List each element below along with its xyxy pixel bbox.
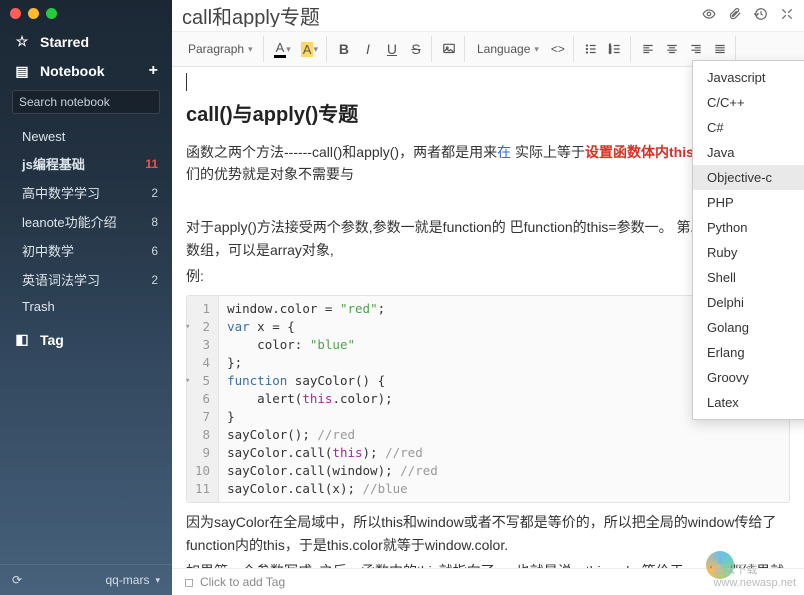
align-center-button[interactable]: [661, 38, 683, 60]
svg-text:3: 3: [609, 51, 611, 55]
language-menu-item[interactable]: C#: [693, 115, 804, 140]
sidebar-item-notebook[interactable]: js编程基础 11: [0, 149, 172, 178]
sidebar-item-notebook[interactable]: Newest: [0, 124, 172, 149]
notebook-name: 高中数学学习: [22, 183, 100, 202]
sidebar-starred[interactable]: ☆ Starred: [0, 27, 172, 56]
italic-button[interactable]: I: [357, 38, 379, 60]
sidebar-tag[interactable]: ◧ Tag: [0, 325, 172, 354]
paragraph-3: 因为sayColor在全局域中，所以this和window或者不写都是等价的，所…: [186, 511, 790, 556]
underline-button[interactable]: U: [381, 38, 403, 60]
language-menu-item[interactable]: Javascript: [693, 65, 804, 90]
notebook-name: Newest: [22, 129, 65, 144]
tagbar-label: Click to add Tag: [200, 575, 285, 589]
minimize-window-icon[interactable]: [28, 8, 39, 19]
strike-button[interactable]: S: [405, 38, 427, 60]
language-menu-item[interactable]: Erlang: [693, 340, 804, 365]
fullscreen-icon[interactable]: [780, 7, 794, 25]
window-controls: [0, 0, 172, 27]
notebook-name: 英语词法学习: [22, 270, 100, 289]
language-menu-item[interactable]: Java: [693, 140, 804, 165]
user-label[interactable]: qq-mars: [105, 573, 149, 587]
sidebar-item-notebook[interactable]: 高中数学学习 2: [0, 178, 172, 207]
notebook-name: 初中数学: [22, 241, 74, 260]
language-menu-item[interactable]: C/C++: [693, 90, 804, 115]
maximize-window-icon[interactable]: [46, 8, 57, 19]
bookmark-icon: ◧: [14, 331, 30, 348]
language-menu-item[interactable]: Groovy: [693, 365, 804, 390]
bullet-list-button[interactable]: [580, 38, 602, 60]
starred-label: Starred: [40, 34, 89, 50]
image-button[interactable]: [438, 38, 460, 60]
language-menu: JavascriptC/C++C#JavaObjective-cPHPPytho…: [692, 60, 804, 420]
align-left-button[interactable]: [637, 38, 659, 60]
align-right-button[interactable]: [685, 38, 707, 60]
notebook-name: js编程基础: [22, 154, 85, 173]
watermark-logo: [706, 551, 734, 579]
close-window-icon[interactable]: [10, 8, 21, 19]
sidebar-item-notebook[interactable]: 英语词法学习 2: [0, 265, 172, 294]
chevron-down-icon: ▾: [155, 575, 160, 586]
sidebar-item-notebook[interactable]: 初中数学 6: [0, 236, 172, 265]
notebook-count: 2: [151, 186, 158, 200]
language-menu-item[interactable]: Python: [693, 215, 804, 240]
attachment-icon[interactable]: [728, 7, 742, 25]
notebook-name: leanote功能介绍: [22, 212, 117, 231]
sidebar-item-notebook[interactable]: leanote功能介绍 8: [0, 207, 172, 236]
align-justify-button[interactable]: [709, 38, 731, 60]
bold-button[interactable]: B: [333, 38, 355, 60]
number-list-button[interactable]: 123: [604, 38, 626, 60]
bookmark-icon: ◻: [184, 575, 194, 589]
language-menu-item[interactable]: Ruby: [693, 240, 804, 265]
notebook-count: 6: [151, 244, 158, 258]
language-menu-item[interactable]: Delphi: [693, 290, 804, 315]
preview-icon[interactable]: [702, 7, 716, 25]
highlight-button[interactable]: A▾: [297, 38, 322, 60]
search-input[interactable]: [12, 90, 160, 114]
editor-toolbar: Paragraph▾ A▾ A▾ B I U S Language▾ <> 12: [172, 32, 804, 67]
notebook-name: Trash: [22, 299, 55, 314]
code-button[interactable]: <>: [547, 38, 569, 60]
note-title-input[interactable]: [182, 4, 702, 27]
language-menu-item[interactable]: Golang: [693, 315, 804, 340]
add-notebook-icon[interactable]: +: [149, 62, 158, 80]
sidebar-item-notebook[interactable]: Trash: [0, 294, 172, 319]
notebook-count: 8: [151, 215, 158, 229]
paragraph-4: 如果第一个参数写成x之后，函数内的this就指向了x，也就是说，this.col…: [186, 560, 790, 568]
notebook-icon: ▤: [14, 63, 30, 80]
paragraph-select[interactable]: Paragraph▾: [182, 38, 259, 60]
tag-label: Tag: [40, 332, 64, 348]
language-menu-item[interactable]: PHP: [693, 190, 804, 215]
notebook-label: Notebook: [40, 63, 105, 79]
notebook-list: Newest js编程基础 11 高中数学学习 2 leanote功能介绍 8 初中数学 6 英语…: [0, 118, 172, 325]
language-menu-item[interactable]: Objective-c: [693, 165, 804, 190]
history-icon[interactable]: [754, 7, 768, 25]
star-icon: ☆: [14, 33, 30, 50]
language-menu-item[interactable]: Shell: [693, 265, 804, 290]
notebook-count: 2: [151, 273, 158, 287]
sync-icon[interactable]: ⟳: [12, 573, 22, 587]
notebook-count: 11: [145, 157, 158, 171]
language-select[interactable]: Language▾: [471, 38, 545, 60]
text-color-button[interactable]: A▾: [270, 38, 295, 60]
language-menu-item[interactable]: Latex: [693, 390, 804, 415]
sidebar-notebook[interactable]: ▤ Notebook +: [0, 56, 172, 86]
